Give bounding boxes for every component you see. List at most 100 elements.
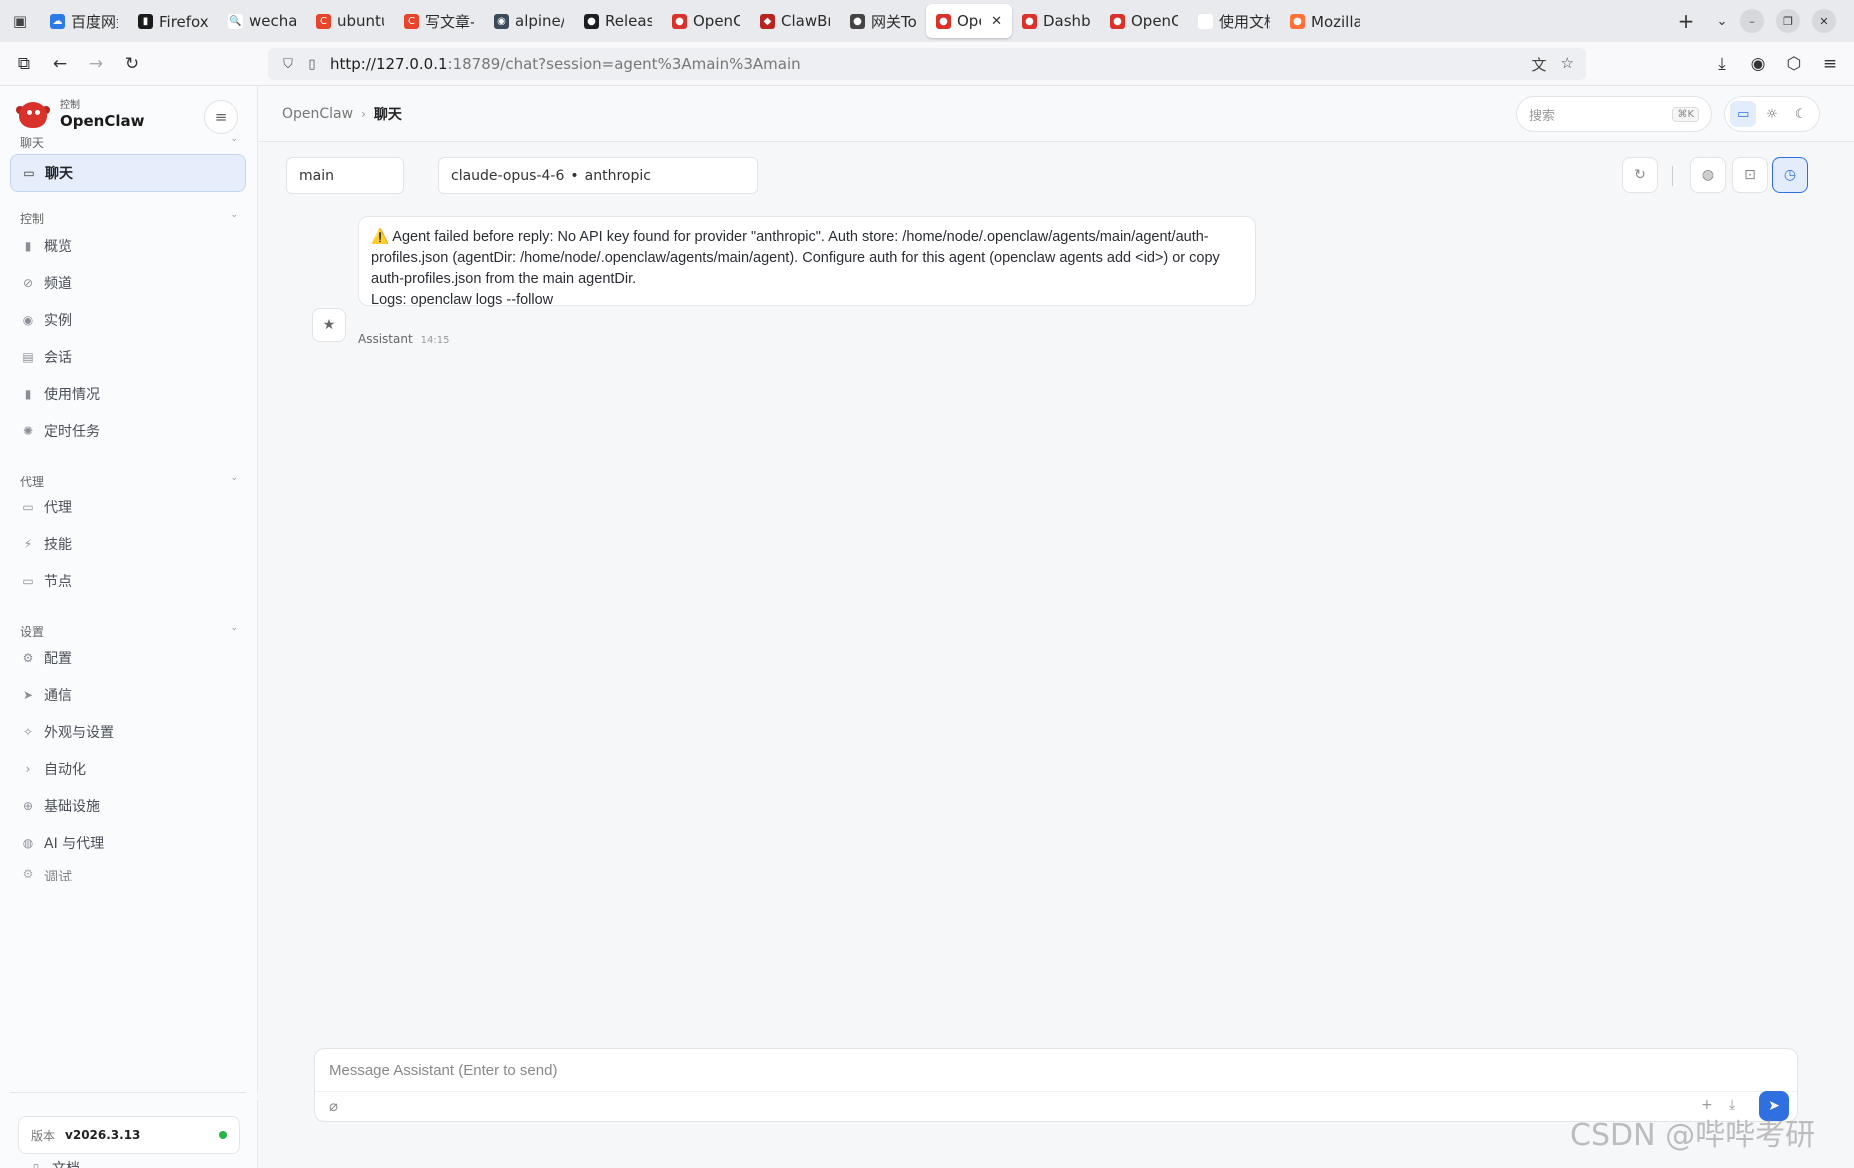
sidebar-divider	[10, 1092, 246, 1093]
browser-tab[interactable]: C 写文章-CS	[394, 4, 484, 38]
provider-value: anthropic	[584, 167, 651, 184]
focus-icon: ⊡	[1744, 167, 1756, 183]
version-value: v2026.3.13	[65, 1128, 141, 1142]
sidebar-item[interactable]: ▤ 会话	[10, 338, 246, 376]
reload-icon[interactable]: ↻	[114, 46, 150, 82]
brand: 控制 OpenClaw	[16, 98, 144, 132]
account-icon[interactable]: ◉	[1740, 46, 1776, 82]
search-placeholder: 搜索	[1529, 108, 1556, 124]
nav-item-icon: ✺	[22, 424, 34, 438]
translate-icon[interactable]: 文	[1532, 54, 1547, 75]
section-label: 聊天	[20, 136, 45, 150]
sidebar-item[interactable]: ✺ 定时任务	[10, 412, 246, 450]
browser-tab[interactable]: Cubuntu24	[306, 4, 394, 38]
history-button[interactable]: ◷	[1772, 157, 1808, 193]
download-icon[interactable]: ⤓	[1704, 46, 1740, 82]
browser-tab[interactable]: ● Releases	[574, 4, 662, 38]
close-window-icon[interactable]: ✕	[1812, 9, 1836, 33]
url-bar[interactable]: ⛉ ▯ http://127.0.0.1:18789/chat?session=…	[268, 48, 1586, 80]
sidebar-item[interactable]: › 自动化	[10, 750, 246, 788]
section-label: 设置	[20, 625, 45, 639]
browser-tab[interactable]: ● OpenClav	[1100, 4, 1188, 38]
minimize-icon[interactable]: –	[1740, 9, 1764, 33]
browser-tab[interactable]: ● OpenClav	[662, 4, 750, 38]
tab-favicon-icon: ●	[672, 13, 687, 29]
breadcrumb: OpenClaw › 聊天	[282, 104, 402, 124]
sidebar-item[interactable]: ⚙ 配置	[10, 639, 246, 677]
message-input[interactable]	[329, 1059, 1629, 1081]
shield-icon[interactable]: ⛉	[276, 57, 300, 72]
sidebar-item[interactable]: ➤ 通信	[10, 676, 246, 714]
sidebar-section-header[interactable]: 聊天 ⌄	[20, 134, 238, 151]
sidebar-item[interactable]: ✧ 外观与设置	[10, 713, 246, 751]
composer-divider	[315, 1091, 1797, 1092]
close-tab-icon[interactable]: ✕	[991, 14, 1002, 29]
session-value: main	[299, 167, 334, 184]
sidebar-item[interactable]: ⊕ 基础设施	[10, 787, 246, 825]
sidebar-collapse-button[interactable]: ≡	[204, 100, 238, 134]
browser-tab[interactable]: ● Dashboar	[1012, 4, 1100, 38]
breadcrumb-current: 聊天	[373, 107, 402, 123]
model-select[interactable]: claude-opus-4-6 • anthropic	[438, 157, 758, 194]
sidebar-item-label: 节点	[44, 574, 72, 590]
tab-favicon-icon: ◉	[494, 13, 509, 29]
url-host: http://127.0.0.1	[330, 55, 448, 73]
search-input[interactable]: 搜索 ⌘K	[1516, 96, 1712, 132]
thinking-toggle-button[interactable]: ◍	[1690, 157, 1726, 193]
sidebar-item[interactable]: ▭ 代理	[10, 488, 246, 526]
sidebar-item[interactable]: ▭ 节点	[10, 562, 246, 600]
sidebar-section-header[interactable]: 设置 ⌄	[20, 623, 238, 640]
bookmark-star-icon[interactable]: ☆	[1561, 54, 1574, 75]
search-shortcut: ⌘K	[1672, 106, 1699, 122]
restore-icon[interactable]: ❐	[1776, 9, 1800, 33]
paperclip-icon[interactable]: ⌀	[329, 1097, 338, 1115]
browser-tab[interactable]: ◉ alpine/op	[484, 4, 574, 38]
sidebar-item-label: 会话	[44, 350, 72, 366]
page-icon[interactable]: ▯	[300, 57, 324, 72]
browser-tab[interactable]: 🔍 wechat -	[218, 4, 306, 38]
sidebar-section-header[interactable]: 控制 ⌄	[20, 210, 238, 227]
browser-tab[interactable]: ● Mozilla 账	[1280, 4, 1370, 38]
nav-item-icon: ▭	[22, 500, 34, 514]
browser-tab[interactable]: ◆ ClawBro	[750, 4, 840, 38]
sidebar-item[interactable]: ⚙ 调试	[10, 861, 246, 881]
tab-favicon-icon: ▮	[138, 13, 153, 29]
sidebar-item[interactable]: ▭ 聊天	[10, 154, 246, 192]
tab-overview-icon[interactable]: ▣	[0, 0, 40, 42]
browser-tab[interactable]: ▮ Firefox 隐	[128, 4, 218, 38]
browser-tab[interactable]: ● 网关Toke	[840, 4, 926, 38]
nav-item-icon: ▭	[23, 166, 35, 180]
monitor-icon[interactable]: ▭	[1730, 101, 1757, 127]
theme-switcher: ▭ ☼ ☾	[1724, 96, 1820, 132]
sidebar-item[interactable]: ⚡ 技能	[10, 525, 246, 563]
refresh-button[interactable]: ↻	[1622, 157, 1658, 193]
sidebar-item-label: 概览	[44, 239, 72, 255]
chevron-down-icon[interactable]: ⌄	[1704, 4, 1740, 38]
browser-tab[interactable]: ☁ 百度网盘	[40, 4, 128, 38]
menu-icon[interactable]: ≡	[1812, 46, 1848, 82]
watermark: CSDN @哔哔考研	[1570, 1118, 1816, 1153]
sidebar-item[interactable]: ◍ AI 与代理	[10, 824, 246, 862]
moon-icon[interactable]: ☾	[1788, 101, 1814, 127]
sidebar-item[interactable]: ▮ 概览	[10, 227, 246, 265]
browser-tab[interactable]: 使用文档 | 远	[1188, 4, 1280, 38]
extensions-icon[interactable]: ⬡	[1776, 46, 1812, 82]
browser-tab[interactable]: ● OpenCl ✕	[926, 4, 1012, 38]
sidebar-item[interactable]: ◉ 实例	[10, 301, 246, 339]
focus-mode-button[interactable]: ⊡	[1732, 157, 1768, 193]
sun-icon[interactable]: ☼	[1759, 101, 1785, 127]
sidebar-item[interactable]: ⊘ 频道	[10, 264, 246, 302]
section-label: 控制	[20, 212, 45, 226]
tab-title: Firefox 隐	[159, 12, 208, 31]
breadcrumb-root[interactable]: OpenClaw	[282, 106, 353, 122]
back-icon[interactable]: ←	[42, 46, 78, 82]
brand-name: OpenClaw	[60, 112, 145, 130]
refresh-icon: ↻	[1634, 167, 1646, 183]
new-tab-icon[interactable]: +	[1668, 4, 1704, 38]
session-select[interactable]: main	[286, 157, 404, 194]
sidebar-item[interactable]: ▮ 使用情况	[10, 375, 246, 413]
separator-dot: •	[570, 167, 579, 184]
sidebar-toggle-icon[interactable]: ⧉	[6, 46, 42, 82]
url-text[interactable]: http://127.0.0.1:18789/chat?session=agen…	[330, 55, 801, 73]
forward-icon[interactable]: →	[78, 46, 114, 82]
